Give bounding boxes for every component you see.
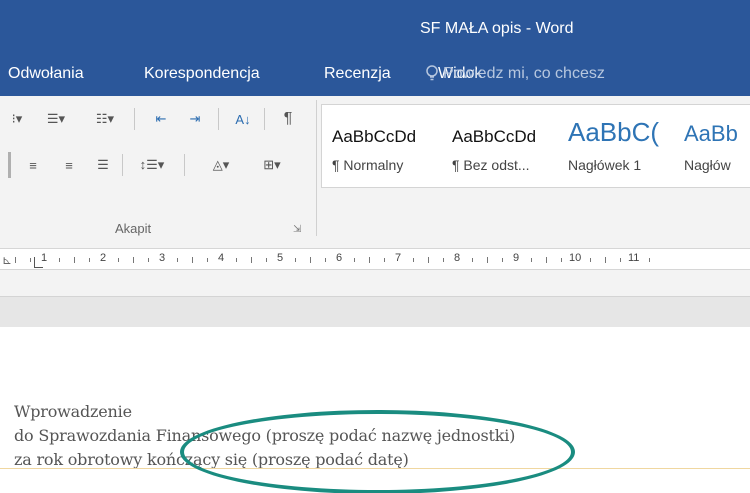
justify-icon[interactable]: ☰ [90, 154, 116, 176]
style-name: Nagłów [684, 157, 731, 173]
separator [122, 154, 123, 176]
ruler-number: 10 [569, 252, 582, 264]
separator [264, 108, 265, 130]
ruler-tick [74, 257, 75, 263]
ruler-number: 1 [41, 252, 48, 264]
tell-me-placeholder: Powiedz mi, co chcesz [443, 65, 605, 82]
style-name: Nagłówek 1 [568, 157, 642, 173]
style-heading-1[interactable]: AaBbC( Nagłówek 1 [562, 105, 672, 187]
ruler-tick [148, 258, 149, 262]
ruler-tick [177, 258, 178, 262]
ruler-number: 8 [454, 252, 461, 264]
ruler-tick [89, 258, 90, 262]
align-right-icon[interactable]: ≡ [56, 154, 82, 176]
ruler-tick [561, 258, 562, 262]
style-sample: AaBbC( [568, 117, 660, 147]
tab-mailings[interactable]: Korespondencja [144, 65, 260, 83]
style-name: ¶ Normalny [332, 157, 404, 173]
ruler-tick [531, 258, 532, 262]
style-no-spacing[interactable]: AaBbCcDd ¶ Bez odst... [446, 105, 556, 187]
ruler-tick [384, 258, 385, 262]
ruler-tick [236, 258, 237, 262]
ruler-number: 6 [336, 252, 343, 264]
ruler-tick [369, 257, 370, 263]
ribbon: ⁝▾ ☰▾ ☷▾ ⇤ ⇥ A↓ ¶ ≡ ≡ ☰ ↕☰▾ ◬▾ ⊞▾ Akapit… [0, 96, 750, 241]
ruler-tick [649, 258, 650, 262]
bullets-icon[interactable]: ⁝▾ [2, 108, 32, 130]
doc-line-intro[interactable]: Wprowadzenie [14, 402, 132, 421]
page-margin-line [0, 468, 750, 469]
numbering-icon[interactable]: ☰▾ [34, 108, 78, 130]
separator [134, 108, 135, 130]
ruler-tick [310, 257, 311, 263]
word-window: SF MAŁA opis - Word Odwołania Koresponde… [0, 0, 750, 493]
shading-icon[interactable]: ◬▾ [196, 154, 246, 176]
ruler-tick [605, 257, 606, 263]
style-normal[interactable]: AaBbCcDd ¶ Normalny [322, 105, 436, 187]
ruler-tick [325, 258, 326, 262]
ruler-tick [354, 258, 355, 262]
tab-references[interactable]: Odwołania [8, 65, 84, 83]
paragraph-group-label: Akapit [115, 221, 152, 236]
doc-line-year[interactable]: za rok obrotowy kończący się (proszę pod… [14, 450, 409, 469]
increase-indent-icon[interactable]: ⇥ [180, 108, 210, 130]
ruler-tick [620, 258, 621, 262]
ruler-tick [207, 258, 208, 262]
ruler-tick [443, 258, 444, 262]
ruler-number: 9 [513, 252, 520, 264]
ruler-number: 4 [218, 252, 225, 264]
ruler-tick [502, 258, 503, 262]
styles-gallery: AaBbCcDd ¶ Normalny AaBbCcDd ¶ Bez odst.… [321, 104, 750, 188]
line-spacing-icon[interactable]: ↕☰▾ [128, 154, 176, 176]
group-divider [316, 100, 317, 236]
ruler-tick [251, 257, 252, 263]
horizontal-ruler[interactable]: ⊾ 1 2 3 4 5 6 7 8 9 10 11 [0, 248, 750, 270]
ruler-number: 3 [159, 252, 166, 264]
borders-icon[interactable]: ⊞▾ [248, 154, 296, 176]
ruler-tick [590, 258, 591, 262]
window-title: SF MAŁA opis - Word [420, 20, 574, 37]
ruler-tick [266, 258, 267, 262]
ruler-number: 11 [628, 252, 640, 264]
ruler-tick [487, 257, 488, 263]
show-formatting-icon[interactable]: ¶ [274, 108, 302, 130]
doc-line-report[interactable]: do Sprawozdania Finansowego (proszę poda… [14, 426, 515, 445]
ruler-tick [295, 258, 296, 262]
decrease-indent-icon[interactable]: ⇤ [146, 108, 176, 130]
dialog-launcher-icon[interactable]: ⇲ [293, 224, 301, 235]
style-sample: AaBb [684, 121, 738, 146]
ruler-tick [15, 257, 16, 263]
ruler-tick [413, 258, 414, 262]
ruler-tick [428, 257, 429, 263]
ruler-tick [546, 257, 547, 263]
ruler-number: 5 [277, 252, 284, 264]
page-gap [0, 296, 750, 328]
ruler-tick [30, 258, 31, 262]
multilevel-list-icon[interactable]: ☷▾ [82, 108, 128, 130]
separator [218, 108, 219, 130]
align-center-icon[interactable]: ≡ [20, 154, 46, 176]
ribbon-tabs: Odwołania Korespondencja Recenzja Widok … [0, 54, 750, 96]
style-sample: AaBbCcDd [332, 127, 417, 146]
ruler-number: 2 [100, 252, 107, 264]
paragraph-group: ⁝▾ ☰▾ ☷▾ ⇤ ⇥ A↓ ¶ ≡ ≡ ☰ ↕☰▾ ◬▾ ⊞▾ Akapit… [0, 96, 310, 240]
sort-icon[interactable]: A↓ [228, 108, 258, 130]
ruler-area: ⊾ 1 2 3 4 5 6 7 8 9 10 11 [0, 240, 750, 296]
ruler-tick [59, 258, 60, 262]
style-heading-2[interactable]: AaBb Nagłów [678, 105, 750, 187]
separator [184, 154, 185, 176]
separator [8, 152, 11, 178]
style-sample: AaBbCcDd [452, 127, 537, 146]
ruler-tick [133, 257, 134, 263]
tab-selector-icon[interactable]: ⊾ [2, 253, 12, 267]
title-bar: SF MAŁA opis - Word [0, 0, 750, 54]
ruler-tick [118, 258, 119, 262]
tell-me-box[interactable]: Powiedz mi, co chcesz [425, 65, 605, 83]
style-name: ¶ Bez odst... [452, 157, 530, 173]
ruler-tick [192, 257, 193, 263]
lightbulb-icon [426, 65, 438, 81]
tab-review[interactable]: Recenzja [324, 65, 391, 83]
ruler-tick [472, 258, 473, 262]
ruler-number: 7 [395, 252, 402, 264]
